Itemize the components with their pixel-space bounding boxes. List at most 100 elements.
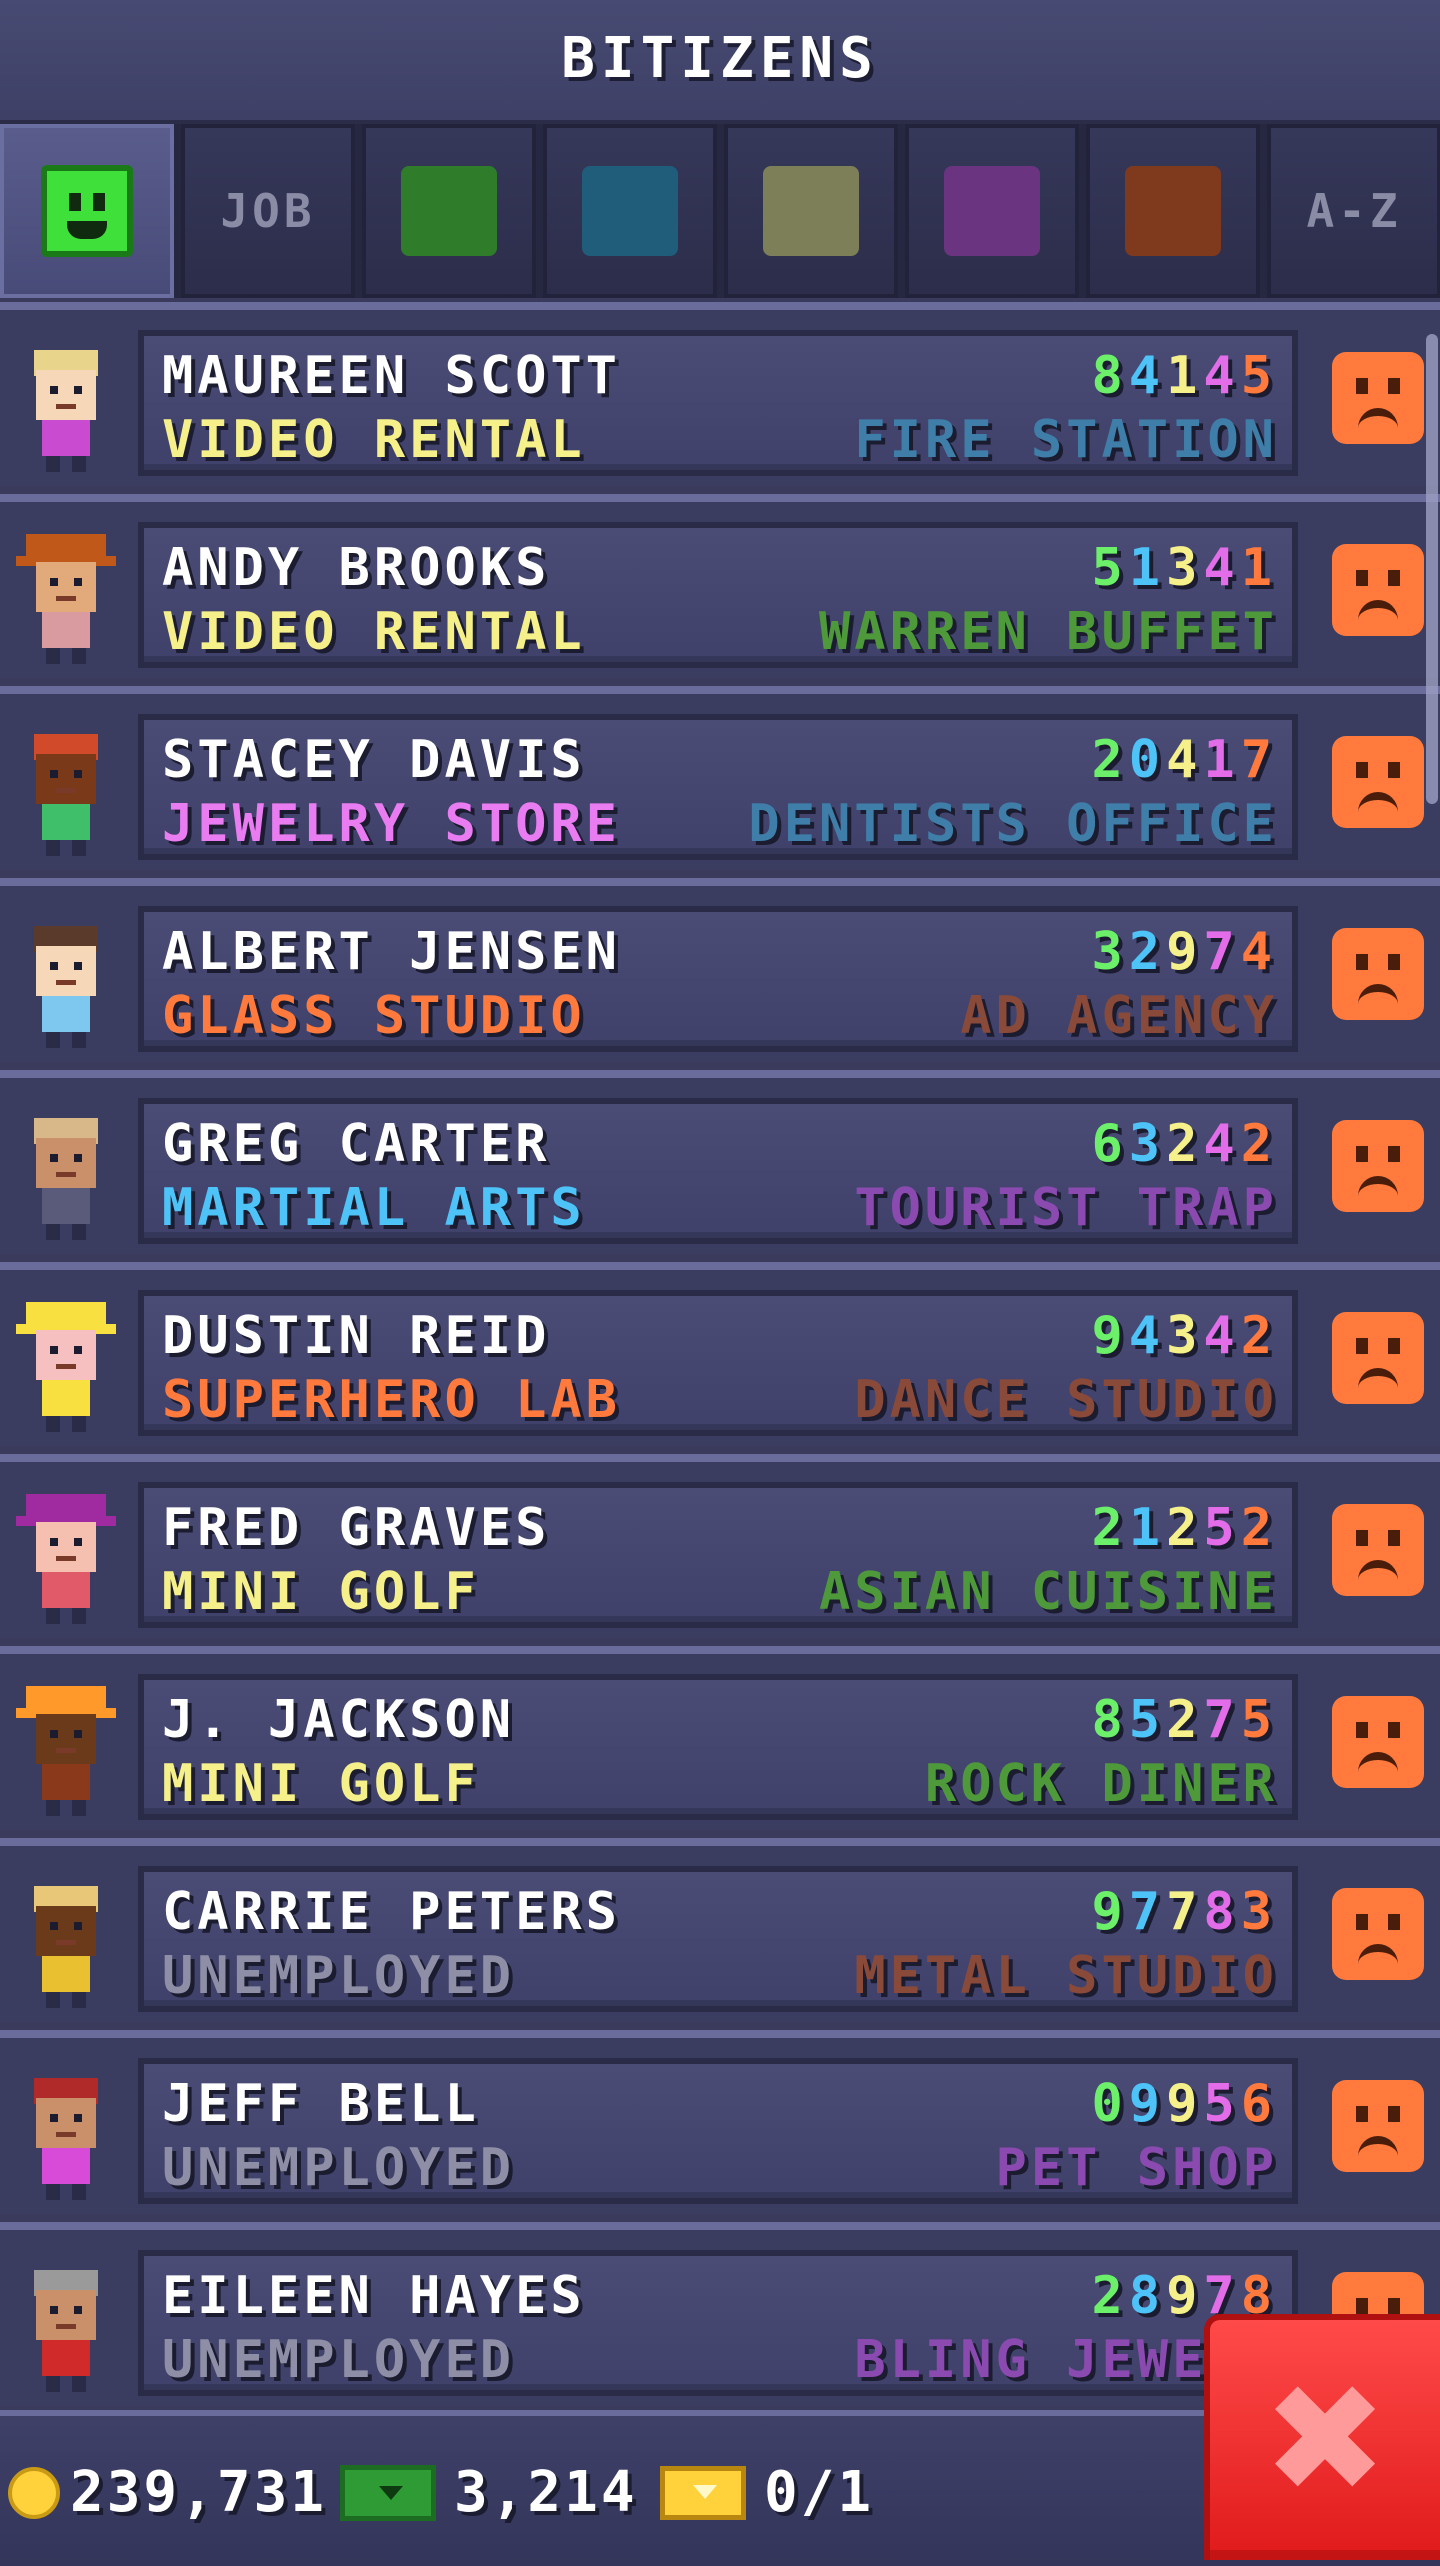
list-item[interactable]: CARRIE PETERS 97783 UNEMPLOYED METAL STU…: [0, 1838, 1440, 2022]
page-title: BITIZENS: [561, 26, 879, 91]
tab-purple[interactable]: [905, 124, 1079, 298]
list-item[interactable]: ANDY BROOKS 51341 VIDEO RENTAL WARREN BU…: [0, 494, 1440, 678]
list-item[interactable]: DUSTIN REID 94342 SUPERHERO LAB DANCE ST…: [0, 1262, 1440, 1446]
bitizen-list[interactable]: MAUREEN SCOTT 84145 VIDEO RENTAL FIRE ST…: [0, 302, 1440, 2410]
tab-mood[interactable]: [0, 124, 174, 298]
list-item[interactable]: FRED GRAVES 21252 MINI GOLF ASIAN CUISIN…: [0, 1454, 1440, 1638]
bitizen-job: MARTIAL ARTS: [162, 1178, 586, 1238]
bitizen-name: STACEY DAVIS: [162, 730, 586, 790]
skill-digits: 63242: [1091, 1114, 1278, 1174]
bitizen-name: CARRIE PETERS: [162, 1882, 621, 1942]
skill-digit: 7: [1240, 730, 1278, 790]
tab-a-z[interactable]: A-Z: [1267, 124, 1440, 298]
tab-blue[interactable]: [543, 124, 717, 298]
skill-digit: 0: [1091, 2074, 1129, 2134]
skill-digit: 3: [1128, 1114, 1167, 1174]
skill-digit: 2: [1166, 1114, 1204, 1174]
tab-job[interactable]: JOB: [181, 124, 355, 298]
bitizen-name: J. JACKSON: [162, 1690, 516, 1750]
skill-digit: 7: [1203, 922, 1241, 982]
skill-digit: 2: [1091, 1498, 1129, 1558]
color-swatch-icon: [763, 166, 859, 256]
skill-digit: 4: [1166, 730, 1204, 790]
list-item[interactable]: J. JACKSON 85275 MINI GOLF ROCK DINER: [0, 1646, 1440, 1830]
bitizen-card[interactable]: FRED GRAVES 21252 MINI GOLF ASIAN CUISIN…: [138, 1482, 1298, 1628]
bitizen-card[interactable]: GREG CARTER 63242 MARTIAL ARTS TOURIST T…: [138, 1098, 1298, 1244]
close-button[interactable]: ✖: [1204, 2314, 1440, 2560]
sad-face-icon: [1332, 544, 1424, 636]
skill-digit: 5: [1203, 2074, 1241, 2134]
skill-digit: 4: [1128, 1306, 1167, 1366]
bitizen-card[interactable]: MAUREEN SCOTT 84145 VIDEO RENTAL FIRE ST…: [138, 330, 1298, 476]
scrollbar[interactable]: [1426, 334, 1438, 804]
bitizen-avatar: [34, 350, 98, 472]
skill-digits: 51341: [1091, 538, 1278, 598]
list-item[interactable]: STACEY DAVIS 20417 JEWELRY STORE DENTIST…: [0, 686, 1440, 870]
bitizen-job: UNEMPLOYED: [162, 1946, 516, 2006]
skill-digits: 32974: [1091, 922, 1278, 982]
skill-digit: 9: [1091, 1882, 1129, 1942]
skill-digit: 1: [1203, 730, 1241, 790]
skill-digit: 5: [1240, 1690, 1278, 1750]
tickets-value: 0/1: [764, 2460, 875, 2525]
skill-digit: 2: [1128, 922, 1167, 982]
coins-stat: 239,731: [8, 2460, 327, 2525]
skill-digit: 2: [1240, 1306, 1278, 1366]
tab-green[interactable]: [362, 124, 536, 298]
bitizen-name: FRED GRAVES: [162, 1498, 551, 1558]
skill-digit: 4: [1203, 1306, 1241, 1366]
color-swatch-icon: [1125, 166, 1221, 256]
list-item[interactable]: ALBERT JENSEN 32974 GLASS STUDIO AD AGEN…: [0, 878, 1440, 1062]
skill-digit: 2: [1091, 2266, 1129, 2326]
skill-digits: 85275: [1091, 1690, 1278, 1750]
bitizen-card[interactable]: ANDY BROOKS 51341 VIDEO RENTAL WARREN BU…: [138, 522, 1298, 668]
filter-tabs: JOB A-Z: [0, 124, 1440, 298]
tab-brown[interactable]: [1086, 124, 1260, 298]
bitizen-card[interactable]: JEFF BELL 09956 UNEMPLOYED PET SHOP: [138, 2058, 1298, 2204]
tickets-stat: 0/1: [660, 2460, 874, 2525]
skill-digit: 7: [1128, 1882, 1167, 1942]
coin-icon: [8, 2466, 60, 2519]
bitizen-card[interactable]: DUSTIN REID 94342 SUPERHERO LAB DANCE ST…: [138, 1290, 1298, 1436]
skill-digit: 4: [1240, 922, 1278, 982]
bitizen-card[interactable]: ALBERT JENSEN 32974 GLASS STUDIO AD AGEN…: [138, 906, 1298, 1052]
skill-digit: 6: [1240, 2074, 1278, 2134]
bitizen-card[interactable]: STACEY DAVIS 20417 JEWELRY STORE DENTIST…: [138, 714, 1298, 860]
bitizen-dream-job: WARREN BUFFET: [819, 602, 1278, 662]
bitizen-dream-job: ROCK DINER: [924, 1754, 1278, 1814]
sad-face-icon: [1332, 928, 1424, 1020]
bitizen-name: MAUREEN SCOTT: [162, 346, 621, 406]
bitizen-name: DUSTIN REID: [162, 1306, 551, 1366]
tab-label: JOB: [220, 184, 316, 238]
skill-digit: 5: [1091, 538, 1129, 598]
bitizen-avatar: [34, 2270, 98, 2392]
sad-face-icon: [1332, 736, 1424, 828]
bitizen-job: SUPERHERO LAB: [162, 1370, 621, 1430]
bux-icon: [340, 2464, 436, 2521]
list-item[interactable]: MAUREEN SCOTT 84145 VIDEO RENTAL FIRE ST…: [0, 302, 1440, 486]
skill-digit: 9: [1128, 2074, 1167, 2134]
bitizen-card[interactable]: CARRIE PETERS 97783 UNEMPLOYED METAL STU…: [138, 1866, 1298, 2012]
tab-label: A-Z: [1306, 184, 1402, 238]
bitizen-name: ALBERT JENSEN: [162, 922, 621, 982]
bitizen-job: UNEMPLOYED: [162, 2330, 516, 2390]
bitizen-card[interactable]: EILEEN HAYES 28978 UNEMPLOYED BLING JEWE…: [138, 2250, 1298, 2396]
tab-olive[interactable]: [724, 124, 898, 298]
bitizen-card[interactable]: J. JACKSON 85275 MINI GOLF ROCK DINER: [138, 1674, 1298, 1820]
header: BITIZENS: [0, 0, 1440, 124]
bitizen-job: MINI GOLF: [162, 1754, 480, 1814]
list-item[interactable]: JEFF BELL 09956 UNEMPLOYED PET SHOP: [0, 2030, 1440, 2214]
bitizen-dream-job: PET SHOP: [995, 2138, 1278, 2198]
skill-digit: 2: [1166, 1498, 1204, 1558]
skill-digit: 2: [1091, 730, 1129, 790]
bitizen-avatar: [34, 1118, 98, 1240]
bitizen-dream-job: ASIAN CUISINE: [819, 1562, 1278, 1622]
skill-digit: 3: [1166, 1306, 1204, 1366]
skill-digit: 3: [1166, 538, 1204, 598]
skill-digits: 94342: [1091, 1306, 1278, 1366]
bitizen-name: JEFF BELL: [162, 2074, 480, 2134]
list-item[interactable]: GREG CARTER 63242 MARTIAL ARTS TOURIST T…: [0, 1070, 1440, 1254]
bitizen-avatar: [16, 1494, 116, 1624]
bitizen-avatar: [16, 1302, 116, 1432]
sad-face-icon: [1332, 352, 1424, 444]
